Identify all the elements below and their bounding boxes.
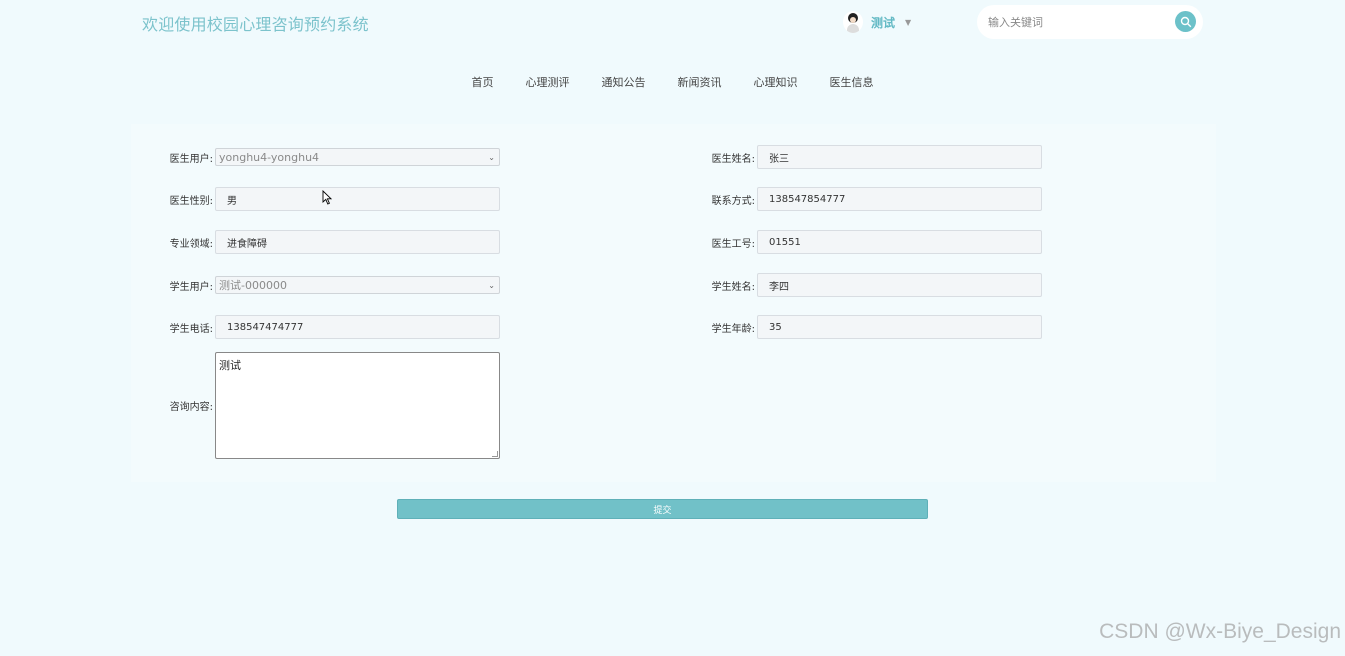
search-bar xyxy=(977,5,1203,39)
specialty-field: 专业领域: 进食障碍 xyxy=(166,230,500,254)
student-age-field: 学生年龄: 35 xyxy=(708,315,1042,339)
nav-item-notices[interactable]: 通知公告 xyxy=(602,74,646,90)
student-user-label: 学生用户: xyxy=(169,281,213,293)
chevron-down-icon: ⌄ xyxy=(488,280,495,290)
doctor-user-label: 医生用户: xyxy=(169,153,213,165)
doctor-name-field: 医生姓名: 张三 xyxy=(708,145,1042,169)
student-user-value: 测试-000000 xyxy=(219,279,287,292)
mouse-cursor-icon xyxy=(322,190,332,205)
nav-item-home[interactable]: 首页 xyxy=(472,74,494,90)
consult-content-textarea[interactable]: 测试 xyxy=(215,352,500,459)
doctor-id-field: 医生工号: 01551 xyxy=(708,230,1042,254)
nav-item-assessment[interactable]: 心理测评 xyxy=(526,74,570,90)
doctor-name-input[interactable]: 张三 xyxy=(757,145,1042,169)
username[interactable]: 测试 xyxy=(871,14,895,31)
nav-item-doctors[interactable]: 医生信息 xyxy=(830,74,874,90)
contact-input[interactable]: 138547854777 xyxy=(757,187,1042,211)
doctor-gender-label: 医生性别: xyxy=(169,195,213,207)
chevron-down-icon[interactable]: ▼ xyxy=(905,18,911,27)
resize-handle-icon[interactable] xyxy=(492,451,498,457)
doctor-gender-input[interactable]: 男 xyxy=(215,187,500,211)
student-phone-field: 学生电话: 138547474777 xyxy=(166,315,500,339)
specialty-label: 专业领域: xyxy=(169,238,213,250)
consult-content-value: 测试 xyxy=(219,359,241,372)
student-user-field: 学生用户: 测试-000000 ⌄ xyxy=(166,276,500,294)
doctor-name-label: 医生姓名: xyxy=(711,153,755,165)
student-phone-input[interactable]: 138547474777 xyxy=(215,315,500,339)
nav-item-knowledge[interactable]: 心理知识 xyxy=(754,74,798,90)
chevron-down-icon: ⌄ xyxy=(488,152,495,162)
doctor-user-field: 医生用户: yonghu4-yonghu4 ⌄ xyxy=(166,148,500,166)
doctor-user-value: yonghu4-yonghu4 xyxy=(219,150,320,164)
user-menu[interactable]: 测试 ▼ xyxy=(843,10,911,34)
submit-button[interactable]: 提交 xyxy=(397,499,928,519)
student-age-input[interactable]: 35 xyxy=(757,315,1042,339)
search-input[interactable] xyxy=(988,15,1168,29)
contact-label: 联系方式: xyxy=(711,195,755,207)
nav-item-news[interactable]: 新闻资讯 xyxy=(678,74,722,90)
search-icon[interactable] xyxy=(1175,11,1196,32)
student-name-label: 学生姓名: xyxy=(711,281,755,293)
student-user-select[interactable]: 测试-000000 ⌄ xyxy=(215,276,500,294)
student-age-label: 学生年龄: xyxy=(711,323,755,335)
watermark: CSDN @Wx-Biye_Design xyxy=(1099,620,1341,643)
student-name-field: 学生姓名: 李四 xyxy=(708,273,1042,297)
site-title: 欢迎使用校园心理咨询预约系统 xyxy=(142,15,369,34)
student-name-input[interactable]: 李四 xyxy=(757,273,1042,297)
consult-content-label: 咨询内容: xyxy=(169,402,213,413)
specialty-input[interactable]: 进食障碍 xyxy=(215,230,500,254)
doctor-id-label: 医生工号: xyxy=(711,238,755,250)
contact-field: 联系方式: 138547854777 xyxy=(708,187,1042,211)
main-nav: 首页 心理测评 通知公告 新闻资讯 心理知识 医生信息 xyxy=(0,74,1345,90)
student-phone-label: 学生电话: xyxy=(169,323,213,335)
doctor-id-input[interactable]: 01551 xyxy=(757,230,1042,254)
consult-content-field: 咨询内容: 测试 xyxy=(166,352,500,459)
avatar[interactable] xyxy=(843,11,863,33)
doctor-user-select[interactable]: yonghu4-yonghu4 ⌄ xyxy=(215,148,500,166)
doctor-gender-field: 医生性别: 男 xyxy=(166,187,500,211)
